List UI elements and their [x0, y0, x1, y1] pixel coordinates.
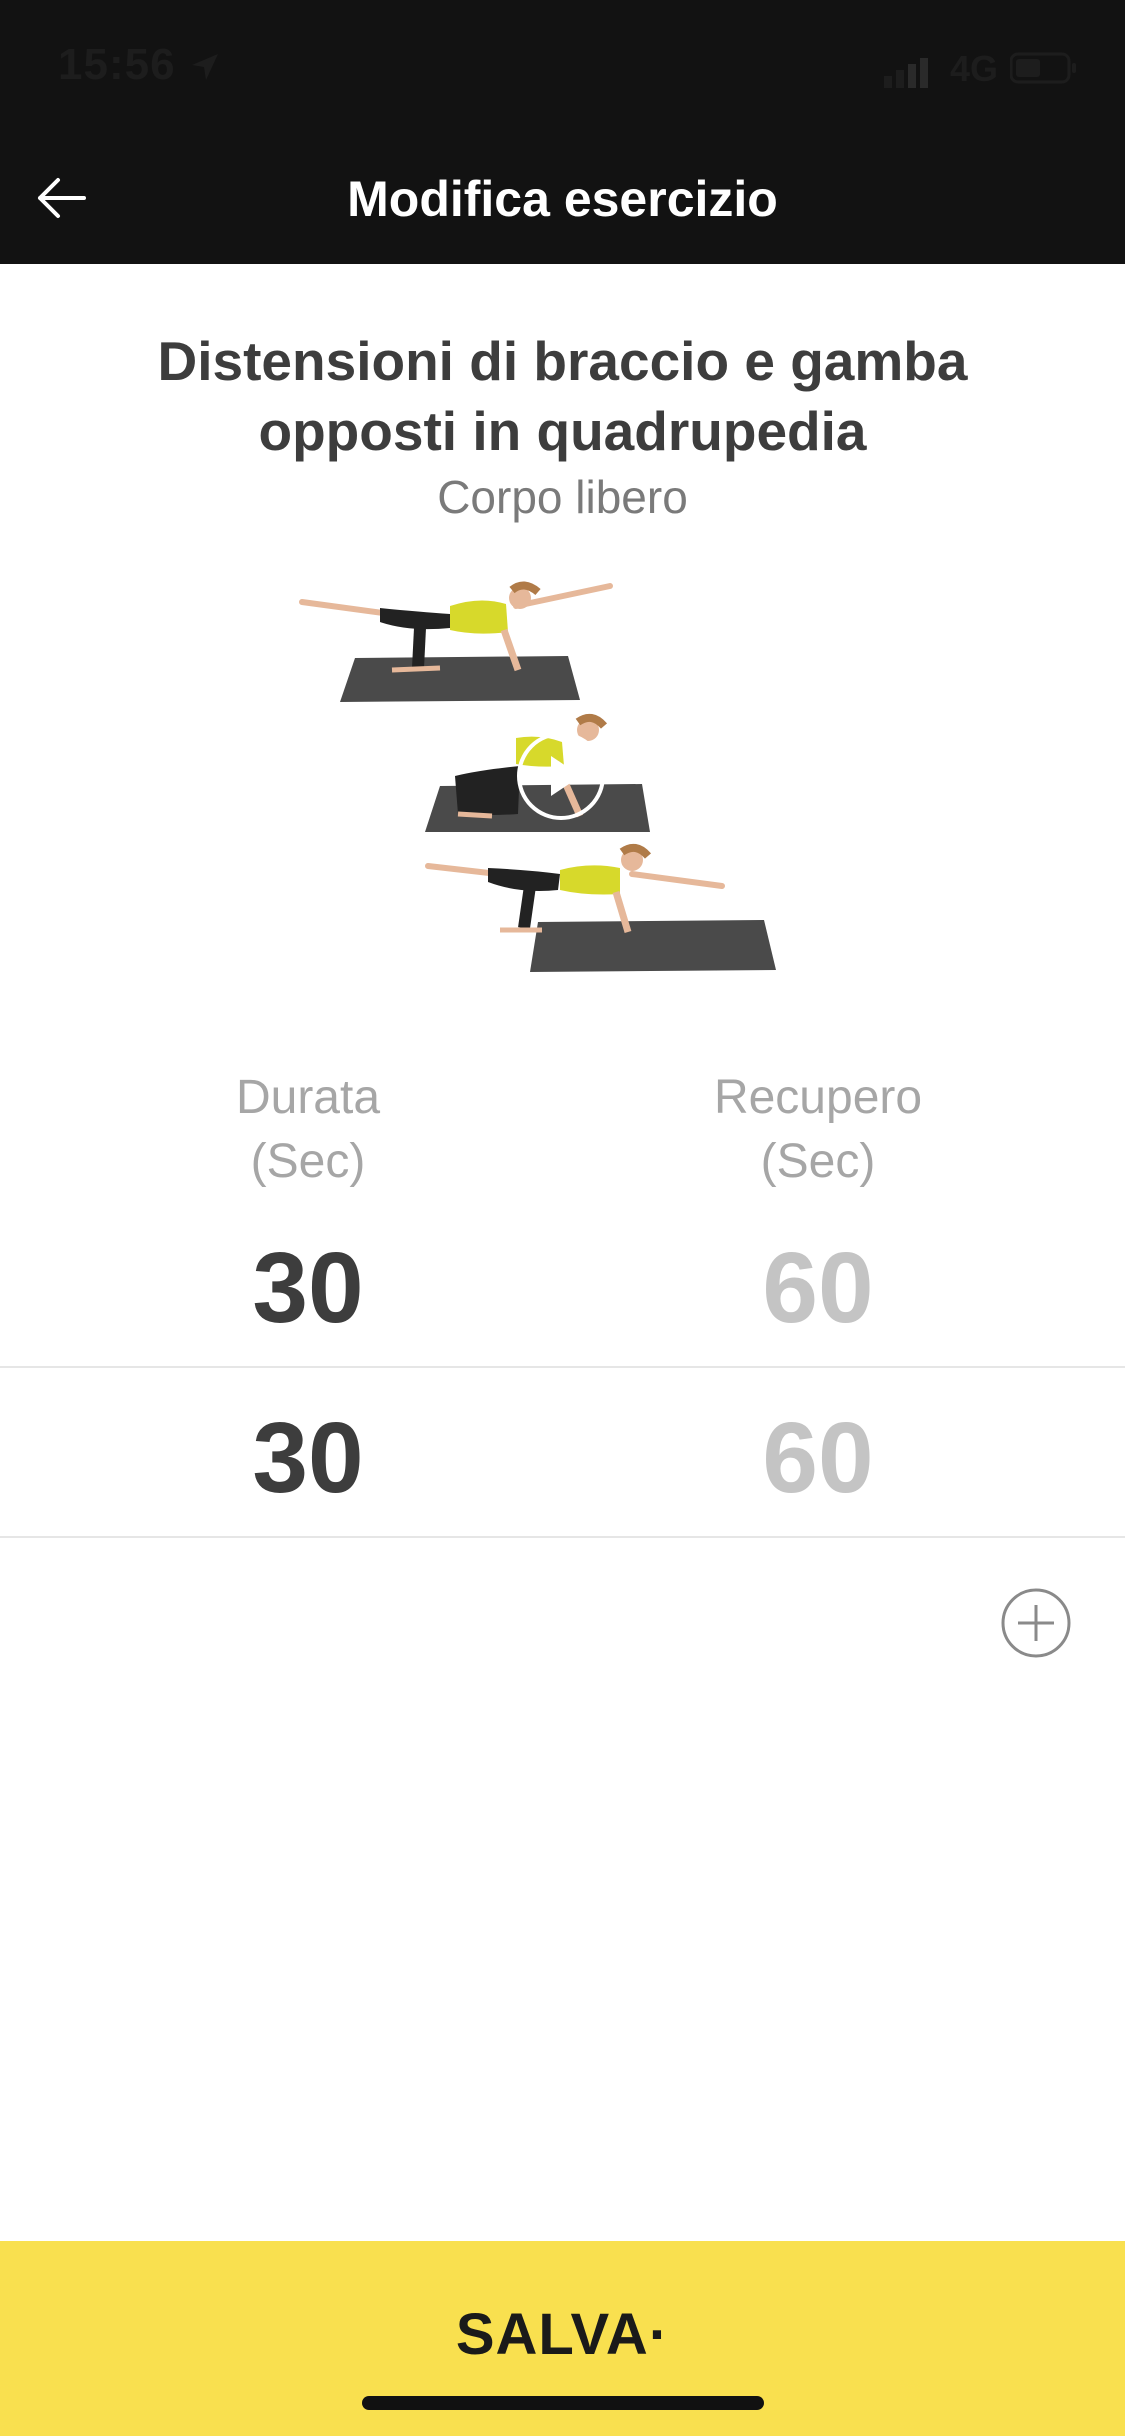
status-time: 15:56	[58, 40, 176, 89]
nav-bar: Modifica esercizio	[0, 132, 1125, 264]
recupero-value[interactable]: 60	[668, 1408, 968, 1508]
page-title: Modifica esercizio	[347, 171, 778, 227]
exercise-title: Distensioni di braccio e gamba opposti i…	[157, 330, 968, 462]
save-label: SALVA·	[455, 2302, 670, 2367]
exercise-category: Corpo libero	[437, 471, 688, 523]
table-row[interactable]: 30 60	[0, 1370, 1125, 1538]
home-indicator	[362, 2396, 764, 2410]
header-recupero: Recupero (Sec)	[713, 1071, 923, 1188]
status-bar: 15:56 4G	[0, 0, 1125, 132]
durata-value[interactable]: 30	[158, 1238, 458, 1338]
cell-signal-icon	[884, 58, 928, 88]
table-row[interactable]: 30 60	[0, 1200, 1125, 1368]
battery-icon	[1010, 52, 1076, 84]
network-type: 4G	[950, 48, 999, 89]
header-durata: Durata (Sec)	[235, 1071, 381, 1188]
location-arrow-icon	[192, 54, 218, 80]
play-icon[interactable]	[515, 730, 607, 822]
recupero-value[interactable]: 60	[668, 1238, 968, 1338]
durata-value[interactable]: 30	[158, 1408, 458, 1508]
plus-circle-icon[interactable]	[1000, 1587, 1072, 1659]
